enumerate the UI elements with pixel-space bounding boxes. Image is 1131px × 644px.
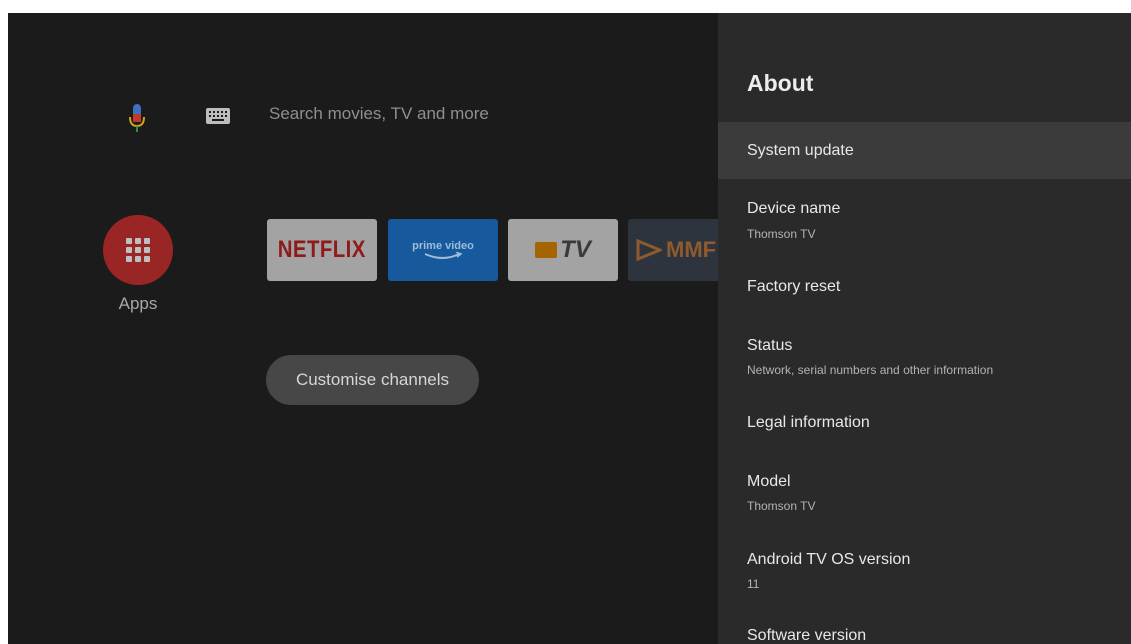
tv-screen: Search movies, TV and more Apps NETFLIX …: [8, 13, 1131, 644]
menu-item-label: Android TV OS version: [747, 551, 911, 568]
play-logo-icon: [636, 239, 662, 261]
menu-item-value: Thomson TV: [747, 227, 816, 241]
tv-app-icon: [535, 242, 558, 258]
netflix-logo: NETFLIX: [278, 236, 366, 263]
menu-item-factory-reset[interactable]: Factory reset: [718, 249, 1131, 313]
apps-grid-icon: [126, 238, 150, 262]
menu-item-label: Model: [747, 473, 791, 490]
menu-item-label: System update: [747, 142, 854, 159]
menu-item-value: 11: [747, 577, 760, 591]
menu-item-status[interactable]: Status Network, serial numbers and other…: [718, 313, 1131, 391]
menu-item-legal-information[interactable]: Legal information: [718, 391, 1131, 455]
prime-video-logo: prime video: [412, 240, 474, 252]
menu-item-model[interactable]: Model Thomson TV: [718, 455, 1131, 531]
netflix-tile[interactable]: NETFLIX: [267, 219, 377, 281]
menu-item-label: Device name: [747, 200, 841, 217]
menu-item-label: Legal information: [747, 414, 870, 431]
menu-item-android-tv-os-version[interactable]: Android TV OS version 11: [718, 531, 1131, 609]
apps-label: Apps: [118, 294, 158, 313]
menu-item-label: Software version: [747, 627, 867, 644]
search-bar[interactable]: Search movies, TV and more: [269, 104, 489, 124]
tv-app-tile[interactable]: TV: [508, 219, 618, 281]
customise-channels-button[interactable]: Customise channels: [266, 355, 479, 405]
menu-item-software-version[interactable]: Software version: [718, 609, 1131, 644]
tv-app-logo: TV: [560, 236, 591, 263]
apps-button[interactable]: [103, 215, 173, 285]
mmf-logo: MMF: [666, 237, 717, 262]
menu-item-device-name[interactable]: Device name Thomson TV: [718, 179, 1131, 249]
panel-title: About: [747, 70, 814, 96]
microphone-icon[interactable]: [128, 104, 146, 134]
menu-item-description: Network, serial numbers and other inform…: [747, 363, 994, 377]
menu-item-label: Status: [747, 337, 793, 354]
keyboard-icon[interactable]: [206, 108, 230, 124]
prime-smile-icon: [424, 252, 463, 259]
menu-item-system-update[interactable]: System update: [718, 122, 1131, 179]
prime-video-tile[interactable]: prime video: [388, 219, 498, 281]
menu-item-label: Factory reset: [747, 278, 841, 295]
settings-panel: About System update Device name Thomson …: [718, 13, 1131, 644]
menu-item-value: Thomson TV: [747, 499, 816, 513]
